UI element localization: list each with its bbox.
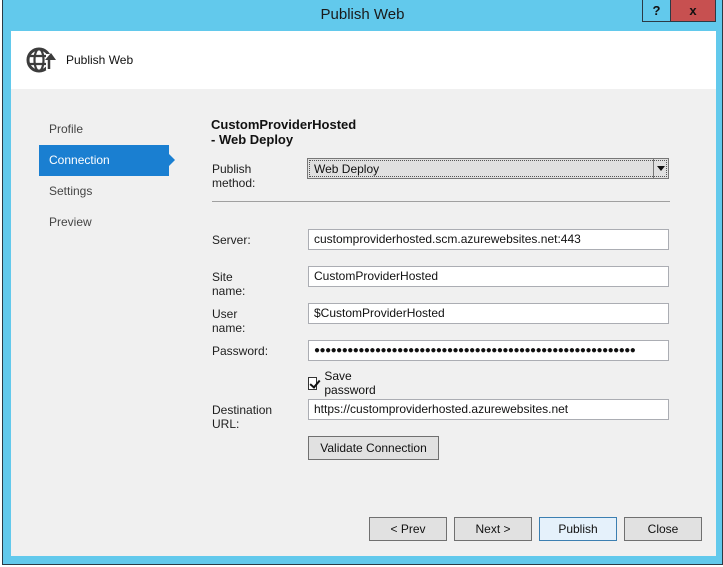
publish-method-label: Publish method: — [212, 162, 256, 190]
destination-url-label: Destination URL: — [212, 403, 273, 431]
destination-url-field[interactable]: https://customproviderhosted.azurewebsit… — [308, 399, 669, 420]
save-password-label[interactable]: Save password — [324, 369, 379, 397]
user-name-field[interactable]: $CustomProviderHosted — [308, 303, 669, 324]
server-label: Server: — [212, 233, 251, 247]
publish-method-value: Web Deploy — [314, 162, 380, 176]
close-window-button[interactable]: x — [670, 0, 716, 22]
password-field[interactable]: ●●●●●●●●●●●●●●●●●●●●●●●●●●●●●●●●●●●●●●●●… — [308, 340, 669, 361]
publish-method-select[interactable]: Web Deploy — [307, 158, 669, 179]
nav-item-preview[interactable]: Preview — [39, 207, 169, 238]
next-button[interactable]: Next > — [454, 517, 532, 541]
globe-publish-icon — [26, 47, 56, 73]
save-password-row[interactable]: Save password — [308, 369, 379, 397]
user-name-label: User name: — [212, 307, 246, 335]
close-button[interactable]: Close — [624, 517, 702, 541]
nav-item-settings[interactable]: Settings — [39, 176, 169, 207]
nav-item-profile[interactable]: Profile — [39, 114, 169, 145]
nav-item-connection[interactable]: Connection — [39, 145, 175, 176]
prev-button[interactable]: < Prev — [369, 517, 447, 541]
section-divider — [212, 201, 670, 202]
publish-button[interactable]: Publish — [539, 517, 617, 541]
window-title: Publish Web — [320, 6, 405, 23]
site-name-field[interactable]: CustomProviderHosted — [308, 266, 669, 287]
password-label: Password: — [212, 344, 269, 358]
server-field[interactable]: customproviderhosted.scm.azurewebsites.n… — [308, 229, 669, 250]
chevron-down-icon[interactable] — [653, 159, 668, 178]
header-band: Publish Web — [11, 31, 716, 89]
publish-web-dialog: Publish Web ? x Publish Web Profile Conn… — [2, 0, 723, 565]
save-password-checkbox[interactable] — [308, 376, 318, 390]
help-button[interactable]: ? — [642, 0, 671, 22]
wizard-nav: Profile Connection Settings Preview — [39, 114, 179, 238]
site-name-label: Site name: — [212, 270, 246, 298]
validate-connection-button[interactable]: Validate Connection — [308, 436, 439, 460]
dialog-body: Publish Web Profile Connection Settings … — [11, 31, 716, 556]
title-bar[interactable]: Publish Web ? x — [3, 0, 722, 31]
header-title: Publish Web — [66, 53, 134, 67]
profile-title: CustomProviderHosted - Web Deploy — [211, 117, 357, 147]
